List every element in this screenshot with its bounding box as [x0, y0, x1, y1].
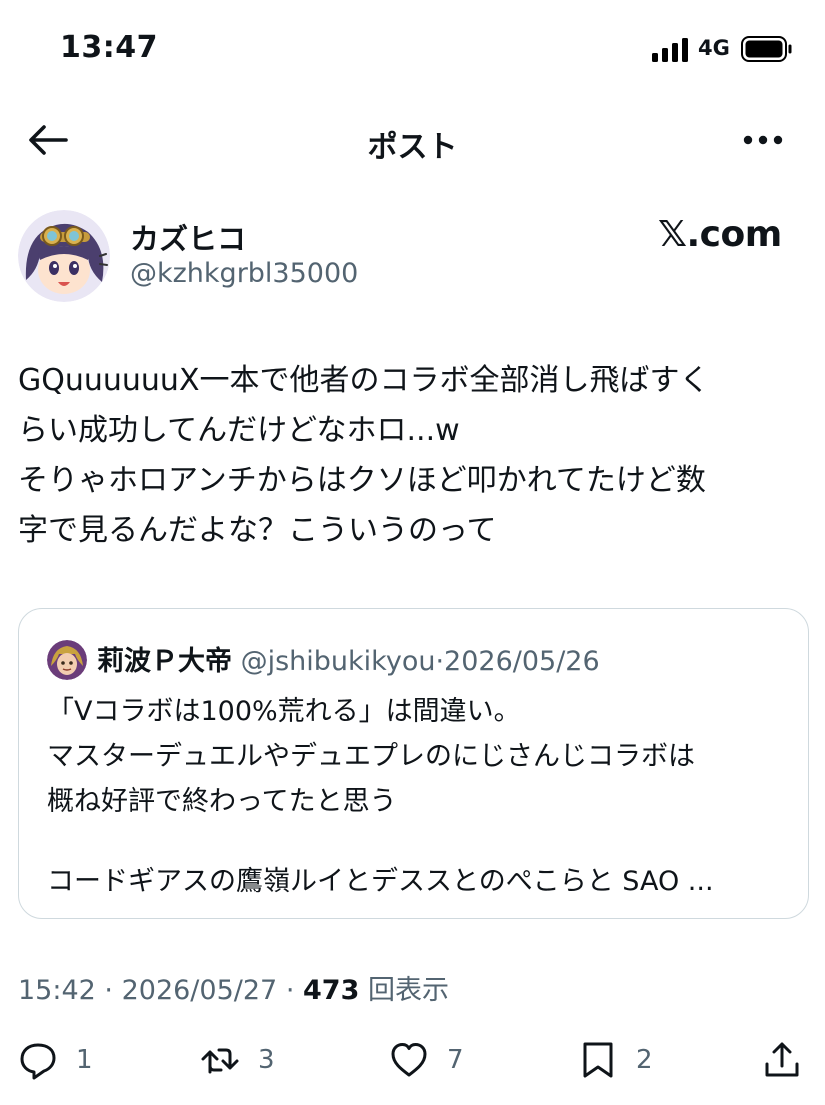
repost-button[interactable]: 3 [200, 1030, 275, 1090]
share-button[interactable] [762, 1030, 802, 1090]
battery-icon [741, 36, 792, 62]
like-count: 7 [447, 1045, 464, 1075]
bookmark-count: 2 [636, 1045, 653, 1075]
status-bar: 13:47 4G [0, 0, 825, 100]
reply-button[interactable]: 1 [18, 1030, 93, 1090]
quoted-post[interactable]: 莉波Ｐ大帝 @jshibukikyou·2026/05/26 「Vコラボは100… [18, 608, 809, 919]
repost-icon [201, 1048, 239, 1074]
meta-separator: · [104, 975, 113, 1006]
like-icon [391, 1043, 427, 1077]
post-meta: 15:42 · 2026/05/27 · 473 回表示 [18, 968, 449, 1007]
status-time: 13:47 [60, 30, 158, 65]
post-date: 2026/05/27 [121, 975, 278, 1006]
views-count: 473 [303, 975, 360, 1006]
author-handle[interactable]: @kzhkgrbl35000 [130, 258, 358, 289]
tweet-text: GQuuuuuuX一本で他者のコラボ全部消し飛ばすく らい成功してんだけどなホロ… [18, 363, 710, 548]
reply-icon [20, 1043, 56, 1080]
page-title: ポスト [367, 130, 458, 165]
more-icon[interactable] [740, 124, 786, 156]
quote-header: 莉波Ｐ大帝 @jshibukikyou·2026/05/26 [97, 639, 600, 678]
quote-date: 2026/05/26 [444, 646, 600, 677]
repost-count: 3 [258, 1045, 275, 1075]
post-time: 15:42 [18, 975, 96, 1006]
avatar[interactable] [18, 210, 110, 302]
bookmark-button[interactable]: 2 [578, 1030, 653, 1090]
network-label: 4G [698, 36, 730, 60]
quote-text-truncated: コードギアスの鷹嶺ルイとデススとのぺこらと SAO ... [47, 866, 714, 897]
nav-bar: ポスト [0, 110, 825, 170]
action-bar: 1 3 7 2 [0, 1030, 825, 1090]
quote-author-name: 莉波Ｐ大帝 [97, 646, 232, 677]
bookmark-icon [583, 1042, 613, 1078]
quote-author-handle: @jshibukikyou [240, 646, 436, 677]
views-label: 回表示 [367, 975, 449, 1006]
author-name[interactable]: カズヒコ [130, 216, 246, 258]
like-button[interactable]: 7 [389, 1030, 464, 1090]
signal-icon [652, 38, 688, 62]
share-icon [765, 1042, 799, 1077]
x-com-logo: 𝕏.com [658, 214, 782, 255]
avatar-image [18, 210, 110, 302]
quote-text: 「Vコラボは100%荒れる」は間違い。 マスターデュエルやデュエプレのにじさんじ… [47, 696, 695, 817]
quote-separator: · [435, 646, 445, 677]
quote-avatar [47, 640, 87, 680]
meta-separator-2: · [285, 975, 295, 1006]
reply-count: 1 [76, 1045, 93, 1075]
quote-avatar-image [47, 640, 87, 680]
